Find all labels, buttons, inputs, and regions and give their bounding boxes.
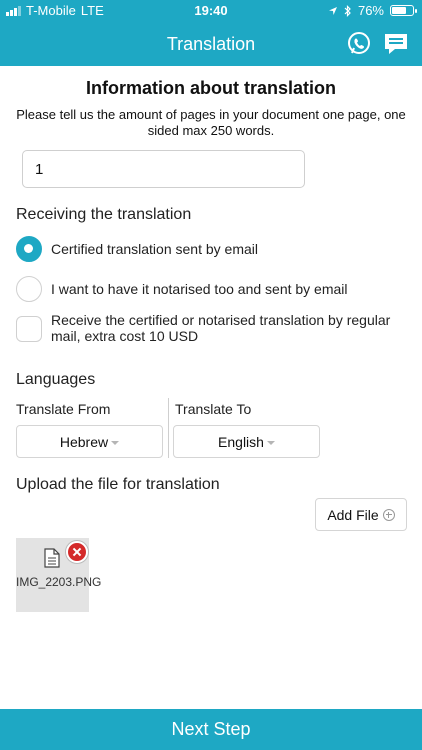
bluetooth-icon	[344, 4, 351, 17]
info-title: Information about translation	[86, 78, 336, 98]
battery-icon	[390, 5, 417, 16]
option-certified-email[interactable]: Certified translation sent by email	[16, 236, 258, 262]
option-label: I want to have it notarised too and sent…	[51, 281, 348, 297]
uploaded-file-tile[interactable]: IMG_2203.PNG	[16, 538, 102, 612]
languages-divider	[168, 398, 169, 458]
add-file-button[interactable]: Add File	[315, 498, 407, 531]
battery-percent: 76%	[357, 3, 384, 18]
option-label: Receive the certified or notarised trans…	[51, 312, 391, 344]
message-icon[interactable]	[382, 30, 410, 58]
translate-from-label: Translate From	[16, 401, 111, 417]
chevron-down-icon	[111, 440, 120, 445]
translate-from-select[interactable]: Hebrew	[16, 425, 163, 458]
translate-from-value: Hebrew	[59, 433, 109, 450]
radio-selected-icon[interactable]	[16, 236, 42, 262]
translate-to-label: Translate To	[175, 401, 252, 417]
remove-file-icon[interactable]	[66, 541, 88, 563]
radio-icon[interactable]	[16, 276, 42, 302]
checkbox-icon[interactable]	[16, 316, 42, 342]
navbar: Translation	[0, 22, 422, 66]
chevron-down-icon	[266, 440, 275, 445]
pages-count-input[interactable]: 1	[22, 150, 305, 188]
upload-title: Upload the file for translation	[16, 476, 220, 493]
file-name: IMG_2203.PNG	[16, 575, 102, 589]
languages-title: Languages	[16, 371, 96, 388]
option-notarised-email[interactable]: I want to have it notarised too and sent…	[16, 276, 348, 302]
document-icon	[44, 548, 60, 568]
status-bar: T-Mobile LTE 19:40 76%	[0, 0, 422, 22]
pages-count-value: 1	[35, 160, 44, 178]
next-step-button[interactable]: Next Step	[0, 709, 422, 750]
next-step-label: Next Step	[171, 719, 251, 739]
status-right: 76%	[328, 3, 417, 18]
info-description: Please tell us the amount of pages in yo…	[16, 107, 406, 138]
add-file-label: Add File	[327, 506, 379, 523]
option-regular-mail[interactable]: Receive the certified or notarised trans…	[16, 312, 411, 344]
translate-to-select[interactable]: English	[173, 425, 320, 458]
receiving-title: Receiving the translation	[16, 206, 192, 223]
phone-chat-icon[interactable]	[346, 30, 374, 58]
translate-to-value: English	[218, 433, 264, 450]
location-icon	[328, 6, 337, 15]
option-label: Certified translation sent by email	[51, 241, 258, 257]
plus-circle-icon	[382, 508, 395, 521]
